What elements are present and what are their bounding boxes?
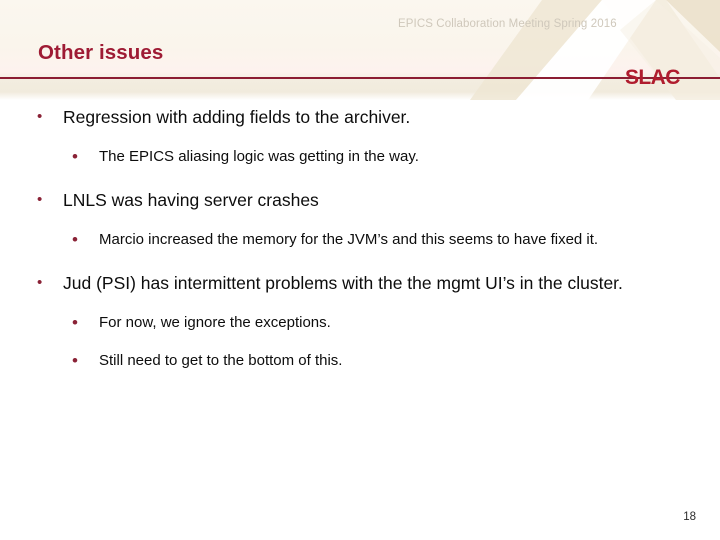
bullet-item-level-2: • Marcio increased the memory for the JVM… [0,223,720,256]
bullet-item-level-1: • Jud (PSI) has intermittent problems wit… [0,266,720,300]
page-number: 18 [683,511,696,523]
decorative-chevron-graphic [470,0,720,100]
bullet-marker-icon: • [37,191,43,208]
bullet-marker-icon: • [72,313,78,332]
bullet-text: LNLS was having server crashes [63,190,319,210]
slide-canvas: EPICS Collaboration Meeting Spring 2016 … [0,0,720,540]
bullet-marker-icon: • [72,351,78,370]
bullet-text: Still need to get to the bottom of this. [99,352,343,369]
bullet-marker-icon: • [72,230,78,249]
bullet-text: Marcio increased the memory for the JVM’… [99,231,599,248]
bullet-item-level-1: • Regression with adding fields to the ar… [0,100,720,134]
bullet-marker-icon: • [72,147,78,166]
title-divider-rule [0,77,720,79]
bullet-item-level-2: • For now, we ignore the exceptions. [0,306,720,339]
bullet-marker-icon: • [37,274,43,291]
bullet-item-level-2: • Still need to get to the bottom of this… [0,344,720,377]
bullet-marker-icon: • [37,108,43,125]
bullet-text: Jud (PSI) has intermittent problems with… [63,273,623,293]
slac-logo: SLAC [625,66,680,89]
page-title: Other issues [38,41,164,64]
bullet-text: The EPICS aliasing logic was getting in … [99,148,419,165]
bullet-spacer [0,257,720,266]
bullet-text: Regression with adding fields to the arc… [63,107,411,127]
bullet-text: For now, we ignore the exceptions. [99,314,331,331]
bullet-item-level-1: • LNLS was having server crashes [0,183,720,217]
bullet-list: • Regression with adding fields to the ar… [0,100,720,378]
meeting-caption: EPICS Collaboration Meeting Spring 2016 [398,18,617,30]
bullet-spacer [0,174,720,183]
bullet-item-level-2: • The EPICS aliasing logic was getting in… [0,140,720,173]
